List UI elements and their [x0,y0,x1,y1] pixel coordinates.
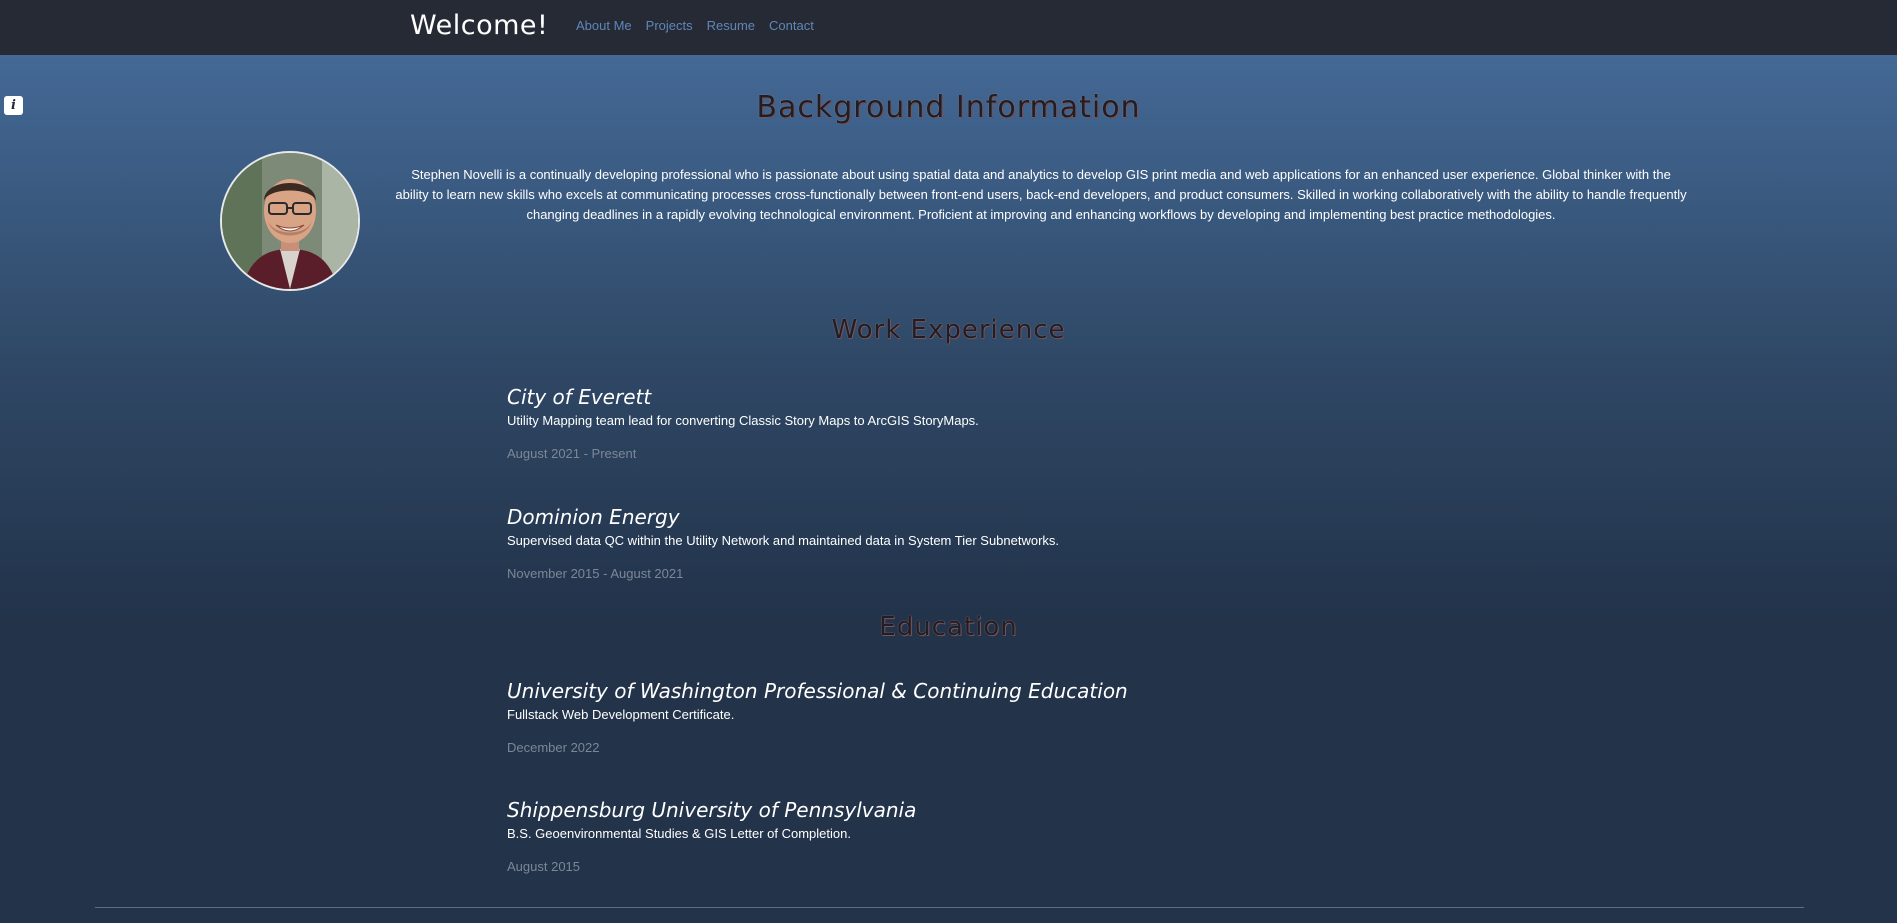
work-entry-dates: August 2021 - Present [507,446,637,461]
education-entry: University of Washington Professional & … [507,677,1607,755]
work-entry-description: Supervised data QC within the Utility Ne… [507,533,1060,548]
work-entry: City of Everett Utility Mapping team lea… [507,383,1607,461]
education-entry-dates: August 2015 [507,859,581,874]
footer-divider [95,907,1804,908]
education-entry-description: B.S. Geoenvironmental Studies & GIS Lett… [507,826,851,841]
education-entry-description: Fullstack Web Development Certificate. [507,707,735,722]
nav-link-resume[interactable]: Resume [707,18,755,33]
work-entry-title: City of Everett [507,385,652,409]
work-entry-description: Utility Mapping team lead for converting… [507,413,979,428]
work-entry-title: Dominion Energy [507,505,680,529]
background-heading: Background Information [756,90,1141,125]
education-entry-title: University of Washington Professional & … [507,679,1128,703]
education-entry: Shippensburg University of Pennsylvania … [507,796,1607,874]
top-navbar: Welcome! About Me Projects Resume Contac… [0,0,1897,55]
work-entry: Dominion Energy Supervised data QC withi… [507,503,1607,581]
nav-links: About Me Projects Resume Contact [576,18,814,33]
education-entry-dates: December 2022 [507,740,600,755]
avatar [220,151,360,291]
nav-link-projects[interactable]: Projects [646,18,693,33]
avatar-portrait-image [222,153,358,289]
nav-link-about-me[interactable]: About Me [576,18,632,33]
work-entry-dates: November 2015 - August 2021 [507,566,684,581]
nav-link-contact[interactable]: Contact [769,18,814,33]
education-entry-title: Shippensburg University of Pennsylvania [507,798,917,822]
education-heading: Education [879,612,1018,642]
brand-title[interactable]: Welcome! [410,10,548,41]
work-experience-heading: Work Experience [831,315,1066,345]
bio-paragraph: Stephen Novelli is a continually develop… [395,167,1687,222]
